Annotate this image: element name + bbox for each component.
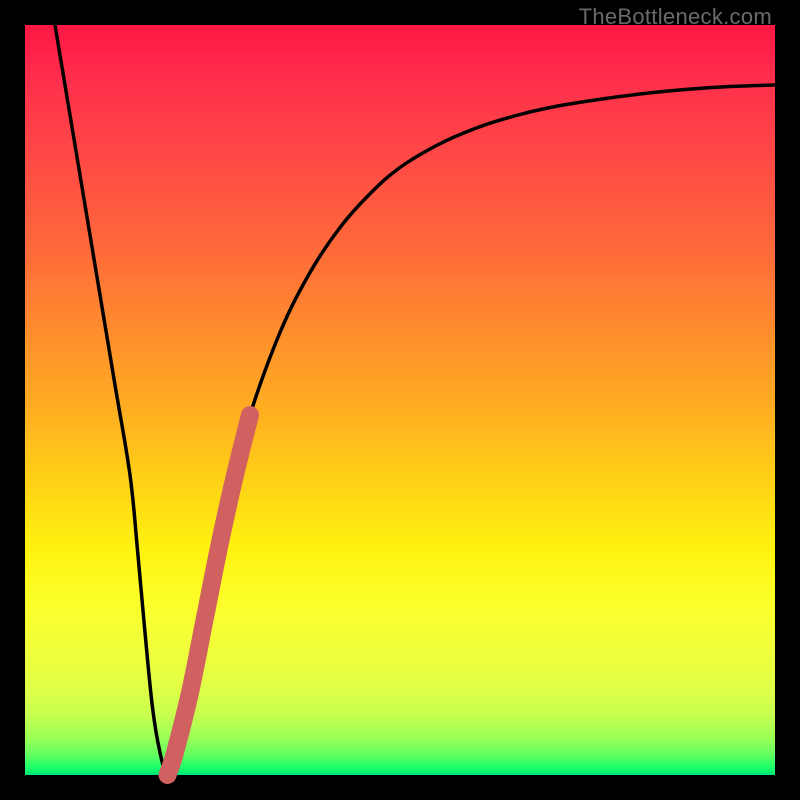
chart-area [25,25,775,775]
bottleneck-curve [55,25,775,775]
curve-svg [25,25,775,775]
outer-frame: TheBottleneck.com [0,0,800,800]
highlight-segment [168,415,251,775]
